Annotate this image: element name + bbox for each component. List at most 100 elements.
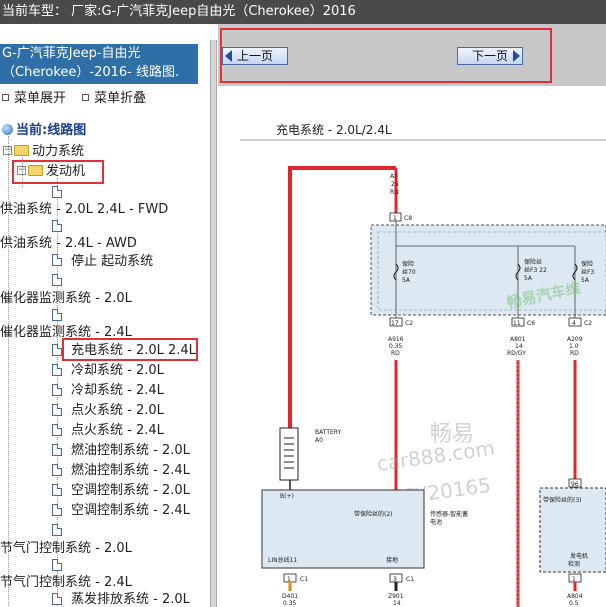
svg-text:1.0: 1.0 (569, 343, 579, 350)
tree-item-cooling-24[interactable]: 冷却系统 - 2.4L (71, 383, 164, 399)
svg-text:1: 1 (393, 215, 397, 222)
svg-text:RD/GY: RD/GY (507, 350, 526, 357)
svg-text:传感器-智能蓄: 传感器-智能蓄 (430, 510, 468, 518)
folder-icon (14, 145, 29, 156)
svg-text:Z901: Z901 (388, 593, 404, 600)
globe-icon (2, 124, 13, 135)
engine-highlight-box (12, 160, 104, 184)
document-icon (52, 309, 62, 321)
svg-text:11: 11 (513, 320, 521, 327)
svg-text:RD: RD (570, 350, 579, 357)
svg-text:A0: A0 (390, 173, 398, 180)
diagram-title: 充电系统 - 2.0L/2.4L (276, 122, 392, 137)
sidebar-tree-panel: G-广汽菲克Jeep-自由光 （Cherokee）-2016- 线路图. 菜单展… (0, 40, 210, 607)
svg-text:A916: A916 (388, 336, 404, 343)
svg-text:C2: C2 (584, 320, 592, 327)
svg-text:丝F3: 丝F3 (581, 268, 594, 276)
document-icon (52, 504, 62, 516)
svg-text:0.5: 0.5 (569, 600, 579, 607)
tree-item-ac-20[interactable]: 空调控制系统 - 2.0L (71, 483, 190, 499)
tree-item-throttle-24[interactable]: 节气门控制系统 - 2.4L (0, 575, 132, 591)
tree-item-evap-20[interactable]: 蒸发排放系统 - 2.0L (71, 592, 190, 607)
document-icon (52, 444, 62, 456)
document-icon (52, 186, 62, 198)
svg-text:D401: D401 (282, 593, 298, 600)
svg-text:接地: 接地 (386, 556, 398, 564)
svg-text:发电机: 发电机 (570, 552, 588, 560)
tree-root[interactable]: 当前:线路图 (0, 123, 86, 139)
panel-splitter[interactable] (210, 40, 217, 607)
document-icon (52, 524, 62, 536)
svg-text:5A: 5A (524, 275, 533, 282)
svg-text:4: 4 (572, 320, 576, 327)
svg-text:丝70: 丝70 (402, 268, 416, 276)
tree-item-ignition-20[interactable]: 点火系统 - 2.0L (71, 403, 164, 419)
svg-text:A801: A801 (510, 336, 526, 343)
tree-item-throttle-20[interactable]: 节气门控制系统 - 2.0L (0, 541, 132, 557)
svg-text:B(+): B(+) (280, 493, 294, 500)
tree-item-fuelctl-24[interactable]: 燃油控制系统 - 2.4L (71, 463, 190, 479)
document-icon (52, 404, 62, 416)
tree-item-cooling-20[interactable]: 冷却系统 - 2.0L (71, 363, 164, 379)
sidebar-title-line1: G-广汽菲克Jeep-自由光 (2, 46, 141, 61)
svg-text:14: 14 (515, 343, 523, 350)
svg-text:C1: C1 (406, 576, 414, 583)
document-icon (52, 559, 62, 571)
document-icon (52, 424, 62, 436)
svg-text:14: 14 (393, 600, 401, 607)
square-icon (2, 94, 9, 101)
svg-text:保险: 保险 (581, 260, 593, 268)
square-icon (82, 94, 90, 101)
tree-item-ignition-24[interactable]: 点火系统 - 2.4L (71, 423, 164, 439)
svg-text:5A: 5A (581, 277, 590, 284)
document-icon (52, 384, 62, 396)
svg-text:C8: C8 (404, 215, 412, 222)
diagram-viewer: 上一页 下一页 充电系统 - 2.0L/2.4L A0 25 RD 1 C8 保… (218, 24, 606, 607)
svg-text:RD: RD (390, 189, 399, 196)
wiring-diagram-svg: 充电系统 - 2.0L/2.4L A0 25 RD 1 C8 保险 丝70 5A (218, 86, 606, 607)
svg-text:C2: C2 (405, 320, 413, 327)
tree-item-fuel-fwd[interactable]: 供油系统 - 2.0L 2.4L - FWD (0, 202, 168, 218)
tree-item-cat-20[interactable]: 催化器监测系统 - 2.0L (0, 291, 132, 307)
charging-highlight-box (62, 338, 198, 361)
document-icon (52, 364, 62, 376)
document-icon (52, 254, 62, 266)
svg-text:带保险丝的(3): 带保险丝的(3) (543, 496, 582, 504)
svg-text:3: 3 (393, 576, 397, 583)
tree-group-power[interactable]: − 动力系统 (3, 144, 84, 160)
sidebar-title: G-广汽菲克Jeep-自由光 （Cherokee）-2016- 线路图. (0, 44, 198, 84)
car-model-bar: 当前车型： 厂家:G-广汽菲克Jeep自由光（Cherokee）2016 (0, 0, 606, 24)
svg-text:RD: RD (391, 350, 400, 357)
nav-highlight-box (220, 28, 552, 83)
document-icon (52, 274, 62, 286)
document-icon (52, 464, 62, 476)
svg-text:0.35: 0.35 (283, 600, 297, 607)
tree-item-stop-start[interactable]: 停止 起动系统 (71, 254, 153, 270)
document-icon (52, 484, 62, 496)
svg-text:A804: A804 (567, 593, 583, 600)
tree-item-fuelctl-20[interactable]: 燃油控制系统 - 2.0L (71, 443, 190, 459)
document-icon (52, 220, 62, 232)
svg-text:保险丝: 保险丝 (524, 258, 542, 266)
collapse-toggle-icon[interactable]: − (3, 146, 12, 155)
sidebar-tools: 菜单展开 菜单折叠 (0, 87, 156, 106)
document-icon (52, 344, 62, 356)
svg-text:保险: 保险 (402, 260, 414, 268)
svg-text:17: 17 (391, 320, 399, 327)
svg-text:0.35: 0.35 (389, 343, 403, 350)
tree-item-fuel-awd[interactable]: 供油系统 - 2.4L - AWD (0, 236, 137, 252)
svg-text:A209: A209 (567, 336, 583, 343)
page-nav-bar: 上一页 下一页 (218, 24, 606, 86)
collapse-menu-button[interactable]: 菜单折叠 (80, 91, 146, 106)
expand-menu-button[interactable]: 菜单展开 (0, 91, 66, 106)
sidebar-title-line2: （Cherokee）-2016- 线路图. (2, 65, 180, 80)
wiring-diagram: 充电系统 - 2.0L/2.4L A0 25 RD 1 C8 保险 丝70 5A (218, 86, 606, 607)
svg-text:1: 1 (572, 576, 576, 583)
svg-text:5A: 5A (402, 277, 411, 284)
tree-item-ac-24[interactable]: 空调控制系统 - 2.4L (71, 503, 190, 519)
svg-text:检测: 检测 (568, 560, 580, 568)
svg-text:带保险丝的(2): 带保险丝的(2) (354, 510, 393, 518)
svg-text:丝F3 22: 丝F3 22 (524, 266, 547, 274)
svg-text:C6: C6 (527, 320, 535, 327)
svg-text:1: 1 (287, 576, 291, 583)
